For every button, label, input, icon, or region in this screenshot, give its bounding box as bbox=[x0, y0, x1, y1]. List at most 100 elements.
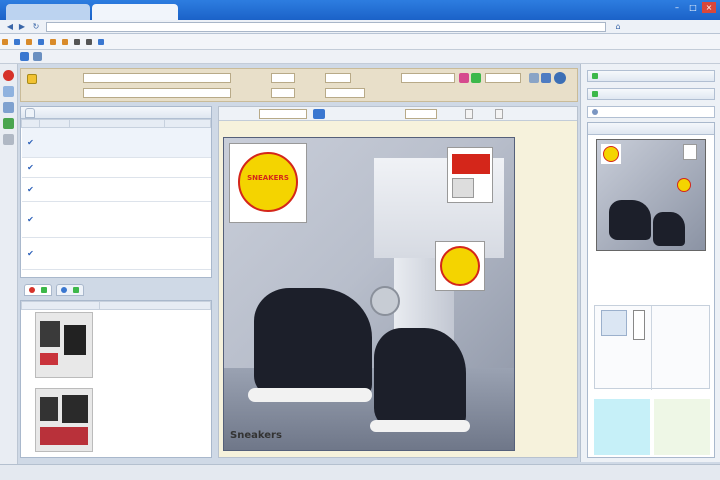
check-icon[interactable]: ✔ bbox=[21, 127, 40, 158]
color-icon[interactable] bbox=[459, 73, 469, 83]
table-row[interactable]: ✔ bbox=[21, 177, 211, 202]
cell-description bbox=[69, 237, 165, 270]
table-row[interactable]: ✔ bbox=[21, 127, 211, 158]
form-field[interactable] bbox=[401, 73, 455, 83]
layout-icon[interactable] bbox=[3, 102, 14, 113]
table-row[interactable]: ✔ bbox=[21, 157, 211, 178]
layout-grid[interactable] bbox=[594, 305, 710, 390]
check-icon[interactable]: ✔ bbox=[21, 201, 40, 238]
cell-description bbox=[69, 177, 165, 202]
chart-icon[interactable] bbox=[541, 73, 551, 83]
table-row[interactable]: ✔ bbox=[21, 201, 211, 238]
promo-burst-sticker[interactable]: SNEAKERS bbox=[238, 152, 298, 212]
image-icon[interactable] bbox=[3, 86, 14, 97]
forward-icon[interactable]: ▶ bbox=[16, 22, 28, 32]
bookmark-item[interactable] bbox=[2, 38, 10, 45]
bookmark-item[interactable] bbox=[86, 38, 94, 45]
left-tool-rail bbox=[0, 64, 18, 464]
zoom-select[interactable] bbox=[259, 109, 307, 119]
form-field[interactable] bbox=[271, 88, 295, 98]
reset-button[interactable] bbox=[495, 109, 503, 119]
save-icon[interactable] bbox=[20, 52, 29, 61]
column-header[interactable] bbox=[39, 119, 70, 128]
record-icon[interactable] bbox=[3, 70, 14, 81]
settings-icon[interactable] bbox=[529, 73, 539, 83]
maximize-icon[interactable]: □ bbox=[686, 2, 700, 13]
form-field[interactable] bbox=[83, 73, 231, 83]
bookmark-item[interactable] bbox=[62, 38, 70, 45]
page-canvas[interactable]: Sneakers SNEAKERS bbox=[218, 106, 578, 458]
bookmark-item[interactable] bbox=[74, 38, 82, 45]
promo-sticker-box[interactable]: SNEAKERS bbox=[229, 143, 307, 223]
column-header[interactable] bbox=[99, 301, 211, 310]
form-field[interactable] bbox=[83, 88, 231, 98]
bookmark-item[interactable] bbox=[50, 38, 58, 45]
close-icon[interactable]: × bbox=[702, 2, 716, 13]
page-preview-panel bbox=[587, 122, 715, 458]
page-icon[interactable] bbox=[3, 134, 14, 145]
check-icon[interactable] bbox=[471, 73, 481, 83]
reload-icon[interactable]: ↻ bbox=[30, 22, 42, 32]
bookmark-item[interactable] bbox=[14, 38, 22, 45]
help-icon[interactable] bbox=[33, 52, 42, 61]
tab-assets[interactable] bbox=[24, 284, 52, 296]
asset-thumbnail[interactable] bbox=[35, 312, 93, 378]
globe-icon[interactable] bbox=[554, 72, 566, 84]
back-icon[interactable]: ◀ bbox=[4, 22, 16, 32]
check-icon[interactable]: ✔ bbox=[21, 177, 40, 202]
folder-icon[interactable] bbox=[27, 74, 37, 84]
color-swatch[interactable] bbox=[594, 399, 650, 455]
items-table: ✔ ✔ ✔ ✔ ✔ bbox=[21, 119, 211, 270]
cell-status bbox=[164, 237, 211, 270]
browser-tab-1[interactable] bbox=[6, 4, 90, 20]
add-icon[interactable] bbox=[73, 287, 79, 293]
assets-tabs bbox=[20, 284, 212, 298]
cell-description bbox=[69, 201, 165, 238]
cell-description bbox=[69, 157, 165, 178]
cell-number bbox=[39, 177, 70, 202]
check-icon[interactable]: ✔ bbox=[21, 157, 40, 178]
clock-prop bbox=[370, 286, 400, 316]
section-header[interactable] bbox=[587, 88, 715, 100]
page-preview-thumbnail[interactable] bbox=[596, 139, 706, 251]
asset-thumbnail[interactable] bbox=[35, 388, 93, 452]
section-header[interactable] bbox=[587, 70, 715, 82]
check-icon[interactable]: ✔ bbox=[21, 237, 40, 270]
column-header[interactable] bbox=[69, 119, 165, 128]
image-icon[interactable] bbox=[313, 109, 325, 119]
tab-media[interactable] bbox=[56, 284, 84, 296]
apply-button[interactable] bbox=[465, 109, 473, 119]
column-header[interactable] bbox=[164, 119, 211, 128]
form-field[interactable] bbox=[325, 73, 351, 83]
items-table-panel: ✔ ✔ ✔ ✔ ✔ bbox=[20, 106, 212, 278]
url-input[interactable] bbox=[46, 22, 606, 32]
canvas-toolbar bbox=[219, 107, 577, 121]
size-field[interactable] bbox=[405, 109, 437, 119]
form-field[interactable] bbox=[325, 88, 365, 98]
form-field[interactable] bbox=[485, 73, 521, 83]
add-icon[interactable] bbox=[3, 118, 14, 129]
browser-title-bar: – □ × bbox=[0, 0, 720, 20]
bookmark-item[interactable] bbox=[26, 38, 34, 45]
tab-items[interactable] bbox=[25, 107, 35, 118]
add-icon[interactable] bbox=[41, 287, 47, 293]
table-row[interactable]: ✔ bbox=[21, 237, 211, 270]
home-icon[interactable]: ⌂ bbox=[612, 22, 624, 32]
column-header[interactable] bbox=[21, 301, 100, 310]
minimize-icon[interactable]: – bbox=[670, 2, 684, 13]
promo-sticker-mid[interactable] bbox=[435, 241, 485, 291]
form-field[interactable] bbox=[271, 73, 295, 83]
color-swatch[interactable] bbox=[654, 399, 710, 455]
bookmark-item[interactable] bbox=[38, 38, 46, 45]
preview-title bbox=[588, 123, 714, 135]
address-bar: ◀ ▶ ↻ ⌂ bbox=[0, 20, 720, 34]
cell-description bbox=[69, 127, 165, 158]
assets-table-body bbox=[20, 300, 212, 458]
browser-tab-2[interactable] bbox=[92, 4, 178, 20]
column-header[interactable] bbox=[21, 119, 40, 128]
section-header[interactable] bbox=[587, 106, 715, 118]
bookmark-item[interactable] bbox=[98, 38, 106, 45]
sneaker-right bbox=[374, 328, 466, 428]
assets-table bbox=[21, 301, 211, 310]
promo-sticker-small[interactable] bbox=[447, 147, 493, 203]
